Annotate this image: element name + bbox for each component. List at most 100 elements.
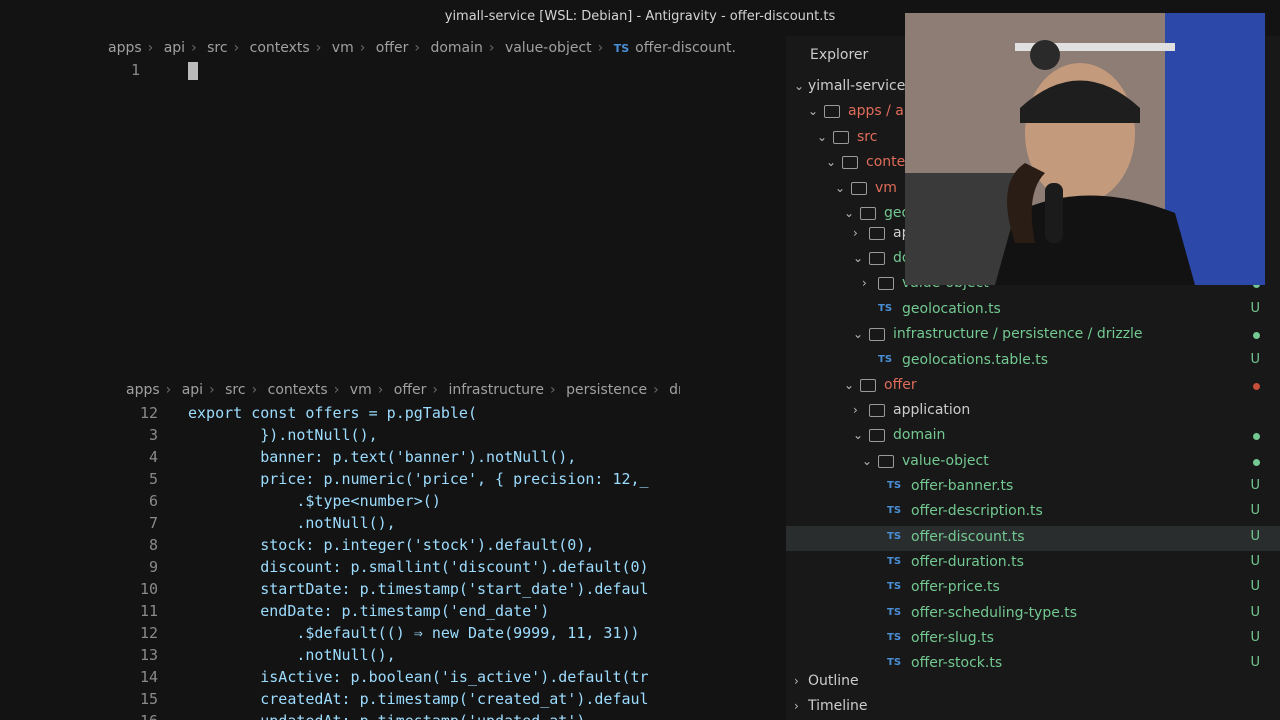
code-text: endDate: p.timestamp('end_date')	[188, 602, 550, 620]
folder-icon	[824, 105, 840, 118]
typescript-file-icon: TS	[887, 556, 902, 567]
file-item[interactable]: TS offer-slug.ts U	[786, 627, 1280, 652]
line-number: 3	[148, 426, 158, 444]
code-line[interactable]: 14 isActive: p.boolean('is_active').defa…	[108, 666, 649, 688]
line-number: 8	[148, 536, 158, 554]
editor-bottom-pane[interactable]: apps › api › src › contexts › vm › offer › inf…	[108, 376, 680, 720]
breadcrumb-item[interactable]: domain	[430, 40, 482, 56]
breadcrumb-item[interactable]: contexts	[250, 40, 310, 56]
code-area[interactable]: 12 export const offers = p.pgTable(3 }).n…	[108, 402, 680, 720]
chevron-down-icon: ⌄	[853, 251, 864, 265]
chevron-right-icon: ›	[853, 403, 858, 417]
code-line[interactable]: 7 .notNull(),	[108, 512, 396, 534]
breadcrumb-item[interactable]: contexts	[268, 382, 328, 398]
chevron-down-icon: ⌄	[844, 206, 855, 220]
breadcrumb-file[interactable]: offer-discount.	[635, 40, 736, 56]
breadcrumb-item[interactable]: src	[207, 40, 227, 56]
code-text: .notNull(),	[188, 646, 396, 664]
line-number: 16	[108, 710, 158, 720]
folder-item[interactable]: ⌄ domain	[786, 424, 1280, 449]
breadcrumb-item[interactable]: persistence	[566, 382, 647, 398]
file-item[interactable]: TS offer-banner.ts U	[786, 475, 1280, 500]
chevron-down-icon: ⌄	[853, 327, 864, 341]
chevron-down-icon: ⌄	[817, 130, 828, 144]
typescript-file-icon: TS	[887, 657, 902, 668]
code-line[interactable]: 5 price: p.numeric('price', { precision:…	[108, 468, 649, 490]
breadcrumb-item[interactable]: apps	[126, 382, 160, 398]
git-status-badge: U	[1250, 352, 1260, 367]
breadcrumb-item[interactable]: value-object	[505, 40, 592, 56]
code-line[interactable]: 10 startDate: p.timestamp('start_date').…	[108, 578, 649, 600]
file-item[interactable]: TS offer-duration.ts U	[786, 551, 1280, 576]
text-cursor	[188, 62, 198, 80]
code-line[interactable]: 12 .$default(() ⇒ new Date(9999, 11, 31)…	[108, 622, 640, 644]
tree-item-label: geolocations.table.ts	[902, 352, 1049, 368]
breadcrumb: apps › api › src › contexts › vm › offer › inf…	[126, 382, 680, 398]
line-number: 11	[139, 602, 158, 620]
git-status-badge: U	[1250, 655, 1260, 670]
folder-icon	[860, 207, 876, 220]
git-status-badge: U	[1250, 478, 1260, 493]
folder-icon	[842, 156, 858, 169]
line-number: 12	[139, 404, 158, 422]
file-item[interactable]: TS offer-scheduling-type.ts U	[786, 602, 1280, 627]
code-line[interactable]: 12 export const offers = p.pgTable(	[108, 402, 477, 424]
breadcrumb-item[interactable]: vm	[332, 40, 354, 56]
tree-item-label: application	[893, 402, 971, 418]
file-item[interactable]: TS offer-description.ts U	[786, 500, 1280, 525]
typescript-file-icon: TS	[887, 531, 902, 542]
typescript-file-icon: TS	[887, 607, 902, 618]
folder-icon	[833, 131, 849, 144]
file-item[interactable]: TS offer-discount.ts U	[786, 526, 1280, 551]
code-line[interactable]: 15 createdAt: p.timestamp('created_at').…	[108, 688, 649, 710]
git-status-badge: U	[1250, 529, 1260, 544]
folder-item[interactable]: ⌄ offer	[786, 374, 1280, 399]
explorer-header: Explorer	[810, 47, 869, 63]
code-line[interactable]: 13 .notNull(),	[108, 644, 396, 666]
folder-icon	[851, 182, 867, 195]
folder-icon	[878, 455, 894, 468]
git-status-badge: U	[1250, 579, 1260, 594]
folder-item[interactable]: ⌄ value-object	[786, 450, 1280, 475]
code-line[interactable]: 11 endDate: p.timestamp('end_date')	[108, 600, 549, 622]
breadcrumb-item[interactable]: offer	[394, 382, 427, 398]
chevron-down-icon: ⌄	[862, 454, 873, 468]
code-line[interactable]: 6 .$type<number>()	[108, 490, 441, 512]
file-item[interactable]: TS offer-price.ts U	[786, 576, 1280, 601]
editor-top-pane[interactable]: apps › api › src › contexts › vm › offer › dom…	[108, 36, 736, 366]
git-status-badge: U	[1250, 554, 1260, 569]
timeline-section[interactable]: › Timeline	[786, 695, 1280, 720]
breadcrumb-item[interactable]: vm	[350, 382, 372, 398]
file-item[interactable]: TS geolocations.table.ts U	[786, 349, 1280, 374]
breadcrumb-item[interactable]: api	[182, 382, 203, 398]
line-number: 6	[148, 492, 158, 510]
breadcrumb-item[interactable]: api	[164, 40, 185, 56]
outline-section[interactable]: › Outline	[786, 670, 1280, 695]
tree-item-label: apps / ap	[848, 103, 913, 119]
chevron-right-icon: ›	[853, 226, 858, 240]
git-status-badge: U	[1250, 301, 1260, 316]
code-line[interactable]: 3 }).notNull(),	[108, 424, 378, 446]
folder-item[interactable]: › application	[786, 399, 1280, 424]
breadcrumb-item[interactable]: infrastructure	[448, 382, 544, 398]
breadcrumb-item[interactable]: apps	[108, 40, 142, 56]
chevron-down-icon: ⌄	[808, 104, 819, 118]
line-number: 4	[148, 448, 158, 466]
code-text: createdAt: p.timestamp('created_at').def…	[188, 690, 649, 708]
folder-icon	[869, 429, 885, 442]
chevron-down-icon: ⌄	[826, 155, 837, 169]
code-line[interactable]: 4 banner: p.text('banner').notNull(),	[108, 446, 576, 468]
folder-item[interactable]: ⌄ infrastructure / persistence / drizzle	[786, 323, 1280, 348]
chevron-down-icon: ⌄	[794, 79, 805, 93]
code-line[interactable]: 16 updatedAt: p.timestamp('updated_at')	[108, 710, 585, 720]
line-number: 14	[139, 668, 158, 686]
code-line[interactable]: 8 stock: p.integer('stock').default(0),	[108, 534, 594, 556]
breadcrumb-item[interactable]: offer	[376, 40, 409, 56]
breadcrumb-item[interactable]: src	[225, 382, 245, 398]
line-number: 1	[130, 61, 140, 79]
typescript-file-icon: TS	[887, 505, 902, 516]
code-line[interactable]: 9 discount: p.smallint('discount').defau…	[108, 556, 649, 578]
file-item[interactable]: TS geolocation.ts U	[786, 298, 1280, 323]
typescript-file-icon: TS	[887, 581, 902, 592]
breadcrumb-item[interactable]: drizzle	[669, 382, 680, 398]
